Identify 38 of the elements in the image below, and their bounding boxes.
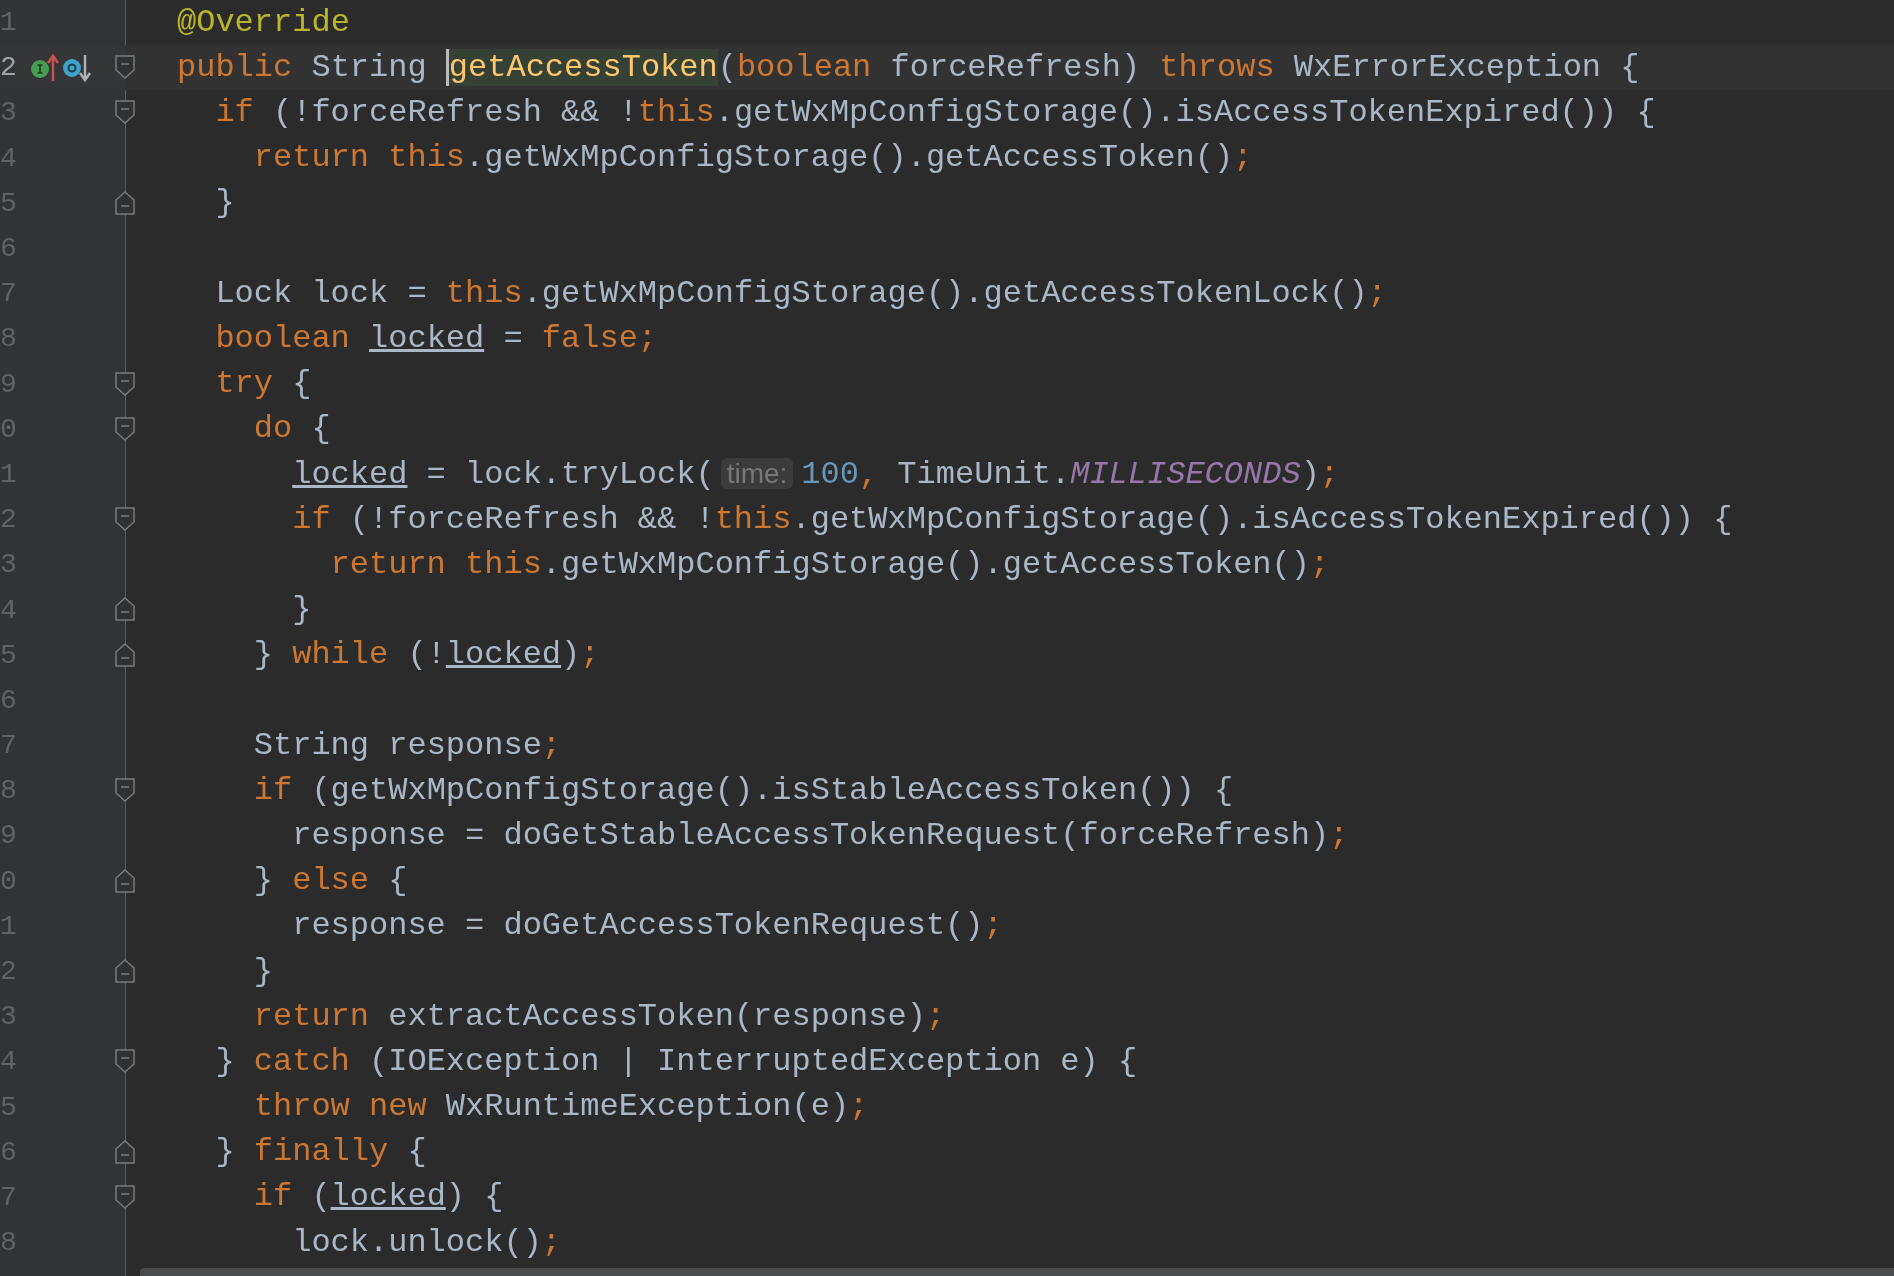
code-line: if (locked) { [253,1177,504,1218]
fold-marker-icon[interactable] [115,55,135,80]
fold-marker-icon[interactable] [115,1184,135,1209]
fold-marker-icon[interactable] [115,371,135,396]
fold-marker-icon[interactable] [115,416,135,441]
code-line: if (!forceRefresh && !this.getWxMpConfigStorage().isAccessTokenExpired()) { [215,92,1656,133]
fold-marker-icon[interactable] [115,778,135,803]
code-line: return this.getWxMpConfigStorage().getAccessToken(); [253,138,1253,179]
code-line: String response; [253,725,562,766]
code-line: } [253,951,273,992]
code-line: response = doGetAccessTokenRequest(); [292,906,1003,947]
code-line: lock.unlock(); [292,1222,562,1263]
code-line: @Override [177,2,350,43]
code-line: } finally { [215,1132,427,1173]
fold-marker-icon[interactable] [115,1049,135,1074]
fold-marker-icon[interactable] [115,100,135,125]
code-line: if (getWxMpConfigStorage().isStableAccessToken()) { [253,770,1234,811]
code-line: if (!forceRefresh && !this.getWxMpConfigStorage().isAccessTokenExpired()) { [292,499,1733,540]
code-line: locked = lock.tryLock( time: 100, TimeUnit.MILLISECONDS); [292,454,1340,495]
code-line: do { [253,409,331,450]
interface-up-arrow-icon[interactable] [30,52,60,83]
code-line: try { [215,364,312,405]
code-line: response = doGetStableAccessTokenRequest(forceRefresh); [292,815,1349,856]
code-line: } else { [253,861,408,902]
code-line: throw new WxRuntimeException(e); [253,1087,869,1128]
fold-marker-icon[interactable] [115,507,135,532]
code-line: } [292,590,312,631]
horizontal-scrollbar[interactable] [140,1268,1894,1276]
line-number: 2 [0,52,18,84]
code-line: Lock lock = this.getWxMpConfigStorage().getAccessTokenLock(); [215,273,1387,314]
code-line: public String getAccessToken(boolean forceRefresh) throws WxErrorException { [177,47,1640,88]
code-line: } [215,183,235,224]
code-line: } catch (IOException | InterruptedException e) { [215,1041,1138,1082]
code-line: boolean locked = false; [215,318,658,359]
code-line: return this.getWxMpConfigStorage().getAccessToken(); [330,544,1330,585]
code-line: return extractAccessToken(response); [253,996,946,1037]
circle-down-arrow-icon[interactable] [62,52,92,83]
code-line: } while (!locked); [253,635,600,676]
